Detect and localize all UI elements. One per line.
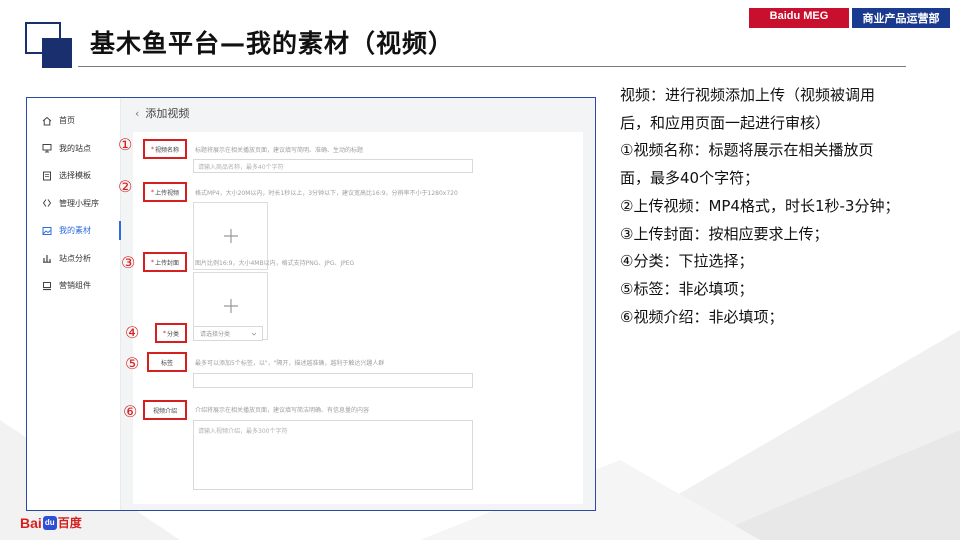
sidebar-item-label: 营销组件 (59, 281, 91, 291)
sidebar-item-my-sites[interactable]: 我的站点 (27, 135, 120, 163)
marker-5: ⑤ (125, 354, 140, 373)
baidu-logo: Bai du 百度 (20, 514, 82, 531)
page-title: 添加视频 (145, 107, 190, 120)
image-icon (41, 225, 52, 236)
upload-cover-hint: 图片比例16:9，大小4MB以内，格式支持PNG、JPG、JPEG (195, 260, 355, 267)
back-arrow-icon[interactable]: ‹ (135, 107, 139, 120)
paw-icon: du (42, 515, 57, 530)
video-intro-label: 视频介绍 (143, 400, 187, 420)
header-badges: Baidu MEG 商业产品运营部 (749, 8, 950, 28)
marker-6: ⑥ (123, 402, 138, 421)
upload-cover-label: * 上传封面 (143, 252, 187, 272)
chevron-down-icon (251, 332, 257, 336)
sidebar-item-label: 管理小程序 (59, 198, 99, 208)
sidebar-item-label: 选择模板 (59, 171, 91, 181)
sidebar-item-templates[interactable]: 选择模板 (27, 162, 120, 190)
plus-icon (223, 299, 238, 313)
sidebar-item-components[interactable]: 营销组件 (27, 272, 120, 300)
category-select[interactable]: 请选择分类 (193, 326, 263, 341)
video-intro-hint: 介绍将展示在相关播放页面，建议填写简洁明确、有信息量的内容 (195, 407, 370, 414)
marker-1: ① (118, 135, 133, 154)
sidebar-item-label: 我的素材 (59, 226, 91, 236)
miniprogram-icon (41, 198, 52, 209)
description-line: ②上传视频：MP4格式，时长1秒-3分钟； (620, 196, 900, 215)
app-screenshot: 首页 我的站点 选择模板 管理小程序 我的素材 站点分析 营销组件 ‹ 添加视频… (26, 97, 596, 511)
description-line: ①视频名称：标题将展示在相关播放页面，最多40个字符； (620, 141, 874, 188)
description-line: ⑥视频介绍：非必填项； (620, 307, 784, 326)
home-icon (41, 115, 52, 126)
video-name-input[interactable]: 请输入商品名称，最多40个字符 (193, 159, 473, 173)
page-header: ‹ 添加视频 (121, 98, 595, 128)
bar-chart-icon (41, 253, 52, 264)
tags-label: 标签 (147, 352, 187, 372)
logo-square-filled (42, 38, 72, 68)
marker-2: ② (118, 177, 133, 196)
brand-badge: Baidu MEG (749, 8, 849, 28)
marker-3: ③ (121, 253, 136, 272)
tags-input[interactable] (193, 373, 473, 388)
sidebar-item-home[interactable]: 首页 (27, 107, 120, 135)
monitor-icon (41, 143, 52, 154)
description-line: 视频：进行视频添加上传（视频被调用后，和应用页面一起进行审核） (620, 86, 876, 132)
description-line: ③上传封面：按相应要求上传； (620, 224, 829, 243)
department-badge: 商业产品运营部 (852, 8, 950, 28)
upload-video-label: * 上传视频 (143, 182, 187, 202)
component-icon (41, 280, 52, 291)
marker-4: ④ (125, 323, 140, 342)
sidebar-item-label: 站点分析 (59, 253, 91, 263)
template-icon (41, 170, 52, 181)
upload-video-hint: 格式MP4，大小20M以内，时长1秒以上，3分钟以下，建议宽高比16:9，分辨率… (195, 190, 458, 197)
description-line: ⑤标签：非必填项； (620, 279, 754, 298)
sidebar-item-my-materials[interactable]: 我的素材 (27, 217, 121, 245)
sidebar-item-analytics[interactable]: 站点分析 (27, 245, 120, 273)
description-line: ④分类：下拉选择； (620, 252, 754, 271)
sidebar-item-label: 我的站点 (59, 143, 91, 153)
slide-title: 基木鱼平台—我的素材（视频） (90, 29, 455, 58)
sidebar-item-label: 首页 (59, 116, 75, 126)
category-label: * 分类 (155, 323, 187, 343)
tags-hint: 最多可以添加5个标签，以"，"隔开，描述越准确，越利于触达兴趣人群 (195, 360, 385, 367)
sidebar-item-miniprogram[interactable]: 管理小程序 (27, 190, 120, 218)
video-intro-textarea[interactable]: 请输入视频介绍，最多300个字符 (193, 420, 473, 490)
sidebar: 首页 我的站点 选择模板 管理小程序 我的素材 站点分析 营销组件 (27, 98, 121, 510)
title-divider (78, 66, 906, 67)
video-name-hint: 标题将展示在相关播放页面，建议填写简明、准确、生动的标题 (195, 147, 364, 154)
description-panel: 视频：进行视频添加上传（视频被调用后，和应用页面一起进行审核） ①视频名称：标题… (620, 82, 900, 331)
plus-icon (223, 229, 238, 243)
add-video-form: * 视频名称 标题将展示在相关播放页面，建议填写简明、准确、生动的标题 请输入商品… (133, 132, 583, 504)
video-name-label: * 视频名称 (143, 139, 187, 159)
